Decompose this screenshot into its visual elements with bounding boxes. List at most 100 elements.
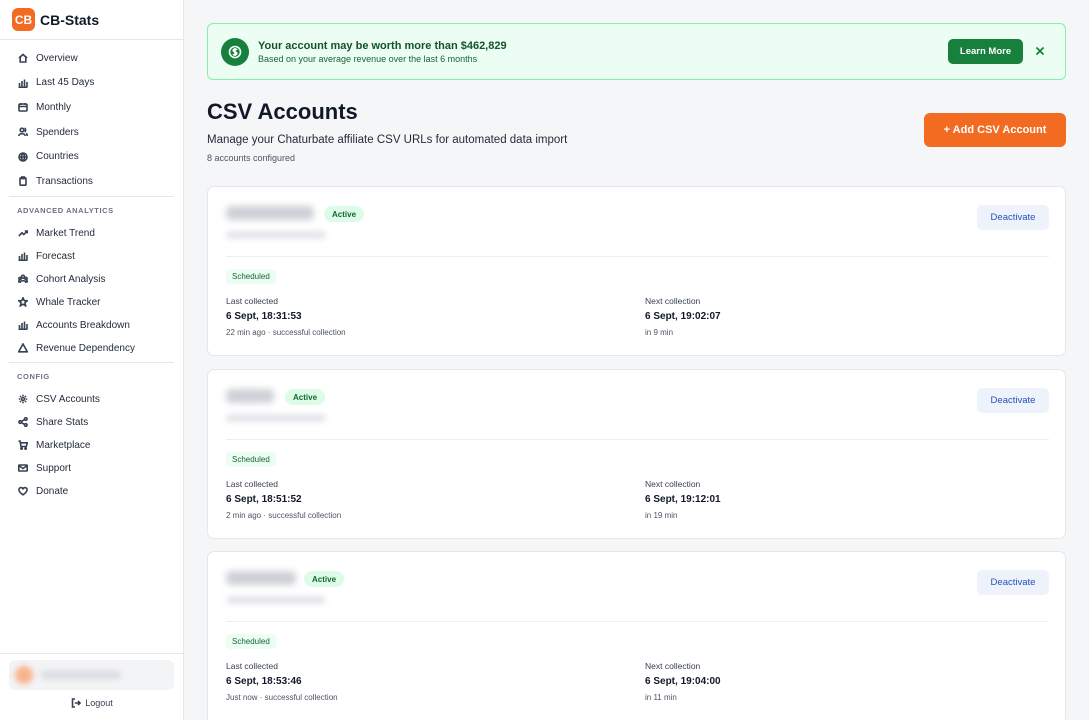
deactivate-button[interactable]: Deactivate [977,388,1049,413]
sidebar-item-label: Market Trend [36,227,95,239]
sidebar-item-label: Marketplace [36,439,91,451]
star-icon [18,297,28,308]
last-collected-block: Last collected 6 Sept, 18:53:46 Just now… [226,661,338,702]
next-collection-value: 6 Sept, 19:04:00 [645,676,721,687]
users-icon [18,127,28,137]
sidebar-item-support[interactable]: Support [0,457,183,480]
main-content: Your account may be worth more than $462… [207,23,1066,720]
bar-chart-icon [18,320,28,331]
close-banner-button[interactable] [1033,42,1047,60]
next-collection-note: in 19 min [645,511,678,520]
sidebar-item-label: Overview [36,52,78,64]
learn-more-button[interactable]: Learn More [948,39,1023,64]
status-badge: Active [304,571,345,587]
sidebar-item-donate[interactable]: Donate [0,480,183,503]
nav-section-advanced: ADVANCED ANALYTICS [17,205,114,215]
sidebar-item-whale-tracker[interactable]: Whale Tracker [0,291,183,314]
next-collection-block: Next collection 6 Sept, 19:12:01 in 19 m… [645,479,721,520]
sidebar-item-label: Donate [36,485,69,497]
home-icon [18,53,28,64]
mail-icon [18,463,28,473]
sidebar-item-share-stats[interactable]: Share Stats [0,411,183,434]
sidebar-item-label: Accounts Breakdown [36,319,130,331]
next-collection-label: Next collection [645,296,701,306]
sidebar-item-marketplace[interactable]: Marketplace [0,434,183,457]
last-collected-block: Last collected 6 Sept, 18:51:52 2 min ag… [226,479,341,520]
last-collected-note: 2 min ago · successful collection [226,511,342,520]
card-divider [226,256,1049,257]
avatar [15,666,33,684]
last-collected-value: 6 Sept, 18:53:46 [226,676,302,687]
sidebar-item-revenue-dependency[interactable]: Revenue Dependency [0,337,183,360]
card-divider [226,439,1049,440]
sidebar-item-accounts-breakdown[interactable]: Accounts Breakdown [0,314,183,337]
sidebar-item-transactions[interactable]: Transactions [0,169,183,194]
account-card: Active Deactivate Scheduled Last collect… [207,551,1066,720]
schedule-badge: Scheduled [226,269,276,284]
account-url-redacted [226,596,326,604]
last-collected-value: 6 Sept, 18:31:53 [226,311,302,322]
sidebar-item-spenders[interactable]: Spenders [0,120,183,145]
sidebar-item-label: Last 45 Days [36,77,95,89]
account-card: Active Deactivate Scheduled Last collect… [207,369,1066,539]
next-collection-block: Next collection 6 Sept, 19:02:07 in 9 mi… [645,296,721,337]
globe-icon [18,151,28,162]
sidebar-item-last-45-days[interactable]: Last 45 Days [0,71,183,96]
nav-section-config: CONFIG [17,371,50,381]
next-collection-note: in 9 min [645,328,674,337]
account-url-redacted [226,231,326,239]
add-csv-account-button[interactable]: + Add CSV Account [924,113,1066,147]
deactivate-button[interactable]: Deactivate [977,570,1049,595]
sidebar-item-label: Support [36,462,72,474]
schedule-badge: Scheduled [226,452,276,467]
last-collected-label: Last collected [226,661,278,671]
next-collection-block: Next collection 6 Sept, 19:04:00 in 11 m… [645,661,721,702]
sidebar-item-countries[interactable]: Countries [0,144,183,169]
account-name-redacted [226,389,274,403]
card-divider [226,621,1049,622]
sidebar: CB CB-Stats Overview Last 45 Days Monthl… [0,0,184,720]
sidebar-item-market-trend[interactable]: Market Trend [0,222,183,245]
logout-icon [71,698,82,708]
banner-title: Your account may be worth more than $462… [258,39,507,52]
brand-name[interactable]: CB-Stats [40,12,99,28]
sidebar-item-label: Cohort Analysis [36,273,106,285]
dollar-icon [221,37,249,66]
bar-chart-icon [18,78,28,88]
user-profile[interactable] [9,660,174,690]
brand[interactable]: CB CB-Stats [0,0,183,40]
share-icon [18,417,28,428]
brand-logo[interactable]: CB [12,8,35,31]
user-name-redacted [41,671,121,679]
heart-icon [18,486,28,496]
last-collected-value: 6 Sept, 18:51:52 [226,494,302,505]
account-count: 8 accounts configured [207,153,296,163]
sidebar-item-csv-accounts[interactable]: CSV Accounts [0,388,183,411]
page-description: Manage your Chaturbate affiliate CSV URL… [207,134,568,146]
sidebar-item-label: Forecast [36,250,75,262]
last-collected-block: Last collected 6 Sept, 18:31:53 22 min a… [226,296,346,337]
sidebar-item-label: Monthly [36,101,72,113]
sidebar-item-overview[interactable]: Overview [0,46,183,71]
cohort-icon [18,274,28,284]
sidebar-nav: Overview Last 45 Days Monthly Spenders C… [0,40,183,503]
last-collected-label: Last collected [226,479,278,489]
sidebar-item-monthly[interactable]: Monthly [0,95,183,120]
logout-label: Logout [85,698,113,708]
logout-button[interactable]: Logout [0,698,184,708]
next-collection-label: Next collection [645,661,701,671]
sidebar-item-label: Revenue Dependency [36,342,135,354]
account-url-redacted [226,414,326,422]
banner-subtitle: Based on your average revenue over the l… [258,53,478,64]
clipboard-icon [18,176,28,187]
sidebar-item-cohort-analysis[interactable]: Cohort Analysis [0,268,183,291]
sidebar-item-label: Whale Tracker [36,296,101,308]
trend-icon [18,228,28,238]
last-collected-label: Last collected [226,296,278,306]
account-name-redacted [226,571,296,585]
cart-icon [18,440,28,451]
warning-icon [18,343,28,353]
sidebar-item-forecast[interactable]: Forecast [0,245,183,268]
sidebar-item-label: Transactions [36,175,93,187]
deactivate-button[interactable]: Deactivate [977,205,1049,230]
